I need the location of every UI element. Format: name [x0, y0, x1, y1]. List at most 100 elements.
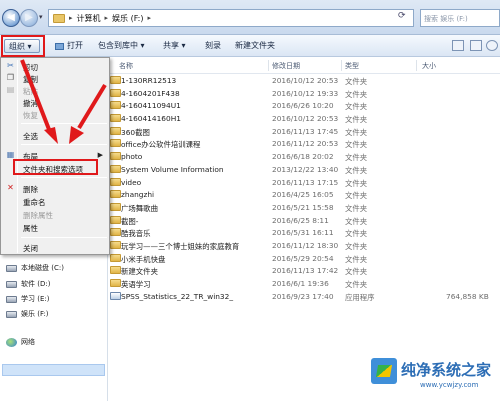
nav-item-drive-e[interactable]: 学习 (E:) — [6, 294, 49, 304]
file-row[interactable]: 广场舞歌曲 2016/5/21 15:58 文件夹 — [108, 201, 500, 214]
preview-pane-icon[interactable] — [470, 40, 482, 51]
menu-item-delete[interactable]: ✕ 删除 — [3, 182, 107, 195]
scissors-icon: ✂ — [7, 61, 14, 70]
menu-item-remove-properties[interactable]: 删除属性 — [3, 208, 107, 220]
column-divider[interactable] — [268, 60, 269, 71]
menu-item-select-all[interactable]: 全选 — [3, 129, 107, 141]
folder-icon — [110, 266, 121, 275]
recent-pages-chevron-icon[interactable]: ▾ — [39, 13, 43, 21]
file-row[interactable]: photo 2016/6/18 20:02 文件夹 — [108, 150, 500, 163]
menu-item-cut[interactable]: ✂ 剪切 — [3, 60, 107, 73]
breadcrumb-computer[interactable]: 计算机 — [77, 13, 101, 24]
column-header-date[interactable]: 修改日期 — [272, 61, 300, 71]
file-name: photo — [121, 152, 143, 162]
column-header-type[interactable]: 类型 — [345, 61, 359, 71]
file-size: 764,858 KB — [446, 291, 489, 301]
file-type: 文件夹 — [345, 203, 368, 213]
refresh-icon[interactable]: ⟳ — [398, 11, 406, 21]
file-date: 2016/11/13 17:45 — [272, 126, 339, 136]
file-row[interactable]: 4-160411094U1 2016/6/26 10:20 文件夹 — [108, 99, 500, 112]
folder-icon — [110, 101, 121, 110]
network-icon — [6, 337, 17, 347]
forward-button[interactable]: ▶ — [20, 9, 38, 27]
file-date: 2016/5/21 15:58 — [272, 202, 334, 212]
menu-separator — [21, 177, 107, 178]
menu-item-label: 全选 — [23, 132, 38, 141]
file-row[interactable]: SPSS_Statistics_22_TR_win32_ 2016/9/23 17… — [108, 290, 500, 303]
folder-icon — [110, 215, 121, 224]
file-date: 2016/10/12 20:53 — [272, 114, 339, 124]
folder-icon — [110, 152, 121, 161]
breadcrumb-separator-icon[interactable]: ▸ — [105, 14, 109, 22]
help-icon[interactable] — [486, 40, 498, 51]
menu-item-rename[interactable]: 重命名 — [3, 195, 107, 207]
file-type: 文件夹 — [345, 191, 368, 201]
file-row[interactable]: office办公软件培训课程 2016/11/12 20:53 文件夹 — [108, 137, 500, 150]
folder-icon — [110, 88, 121, 97]
include-in-library-button[interactable]: 包含到库中 ▾ — [98, 39, 145, 53]
menu-item-paste[interactable]: ▤ 粘贴 — [3, 84, 107, 97]
file-row[interactable]: 截图- 2016/6/25 8:11 文件夹 — [108, 214, 500, 227]
file-name: office办公软件培训课程 — [121, 140, 201, 150]
folder-icon — [110, 76, 121, 84]
menu-item-copy[interactable]: ❐ 复制 — [3, 72, 107, 85]
file-name: System Volume Information — [121, 164, 224, 174]
share-button[interactable]: 共享 ▾ — [163, 39, 186, 53]
menu-item-properties[interactable]: 属性 — [3, 221, 107, 233]
menu-item-folder-options[interactable]: 文件夹和搜索选项 — [3, 162, 107, 174]
file-row[interactable]: 4-1604201F438 2016/10/12 19:33 文件夹 — [108, 87, 500, 100]
column-divider[interactable] — [341, 60, 342, 71]
address-bar[interactable]: ▸ 计算机 ▸ 娱乐 (F:) ▸ — [48, 9, 414, 27]
open-label: 打开 — [67, 41, 83, 50]
file-row[interactable]: zhangzhi 2016/4/25 16:05 文件夹 — [108, 188, 500, 201]
file-row[interactable]: 玩学习——三个博士姐妹的家庭教育 2016/11/12 18:30 文件夹 — [108, 239, 500, 252]
file-date: 2016/9/23 17:40 — [272, 291, 334, 301]
nav-item-drive-f[interactable]: 娱乐 (F:) — [6, 309, 49, 319]
paste-icon: ▤ — [6, 85, 15, 94]
column-divider[interactable] — [416, 60, 417, 71]
file-row[interactable]: 英语学习 2016/6/1 19:36 文件夹 — [108, 277, 500, 290]
file-row[interactable]: 新建文件夹 2016/11/13 17:42 文件夹 — [108, 264, 500, 277]
nav-item-label: 软件 (D:) — [21, 280, 51, 288]
organize-button[interactable]: 组织 ▾ — [4, 39, 40, 53]
nav-item-drive-d[interactable]: 软件 (D:) — [6, 279, 50, 289]
file-date: 2016/10/12 19:33 — [272, 88, 339, 98]
search-input[interactable]: 搜索 娱乐 (F:) — [420, 9, 500, 27]
back-button[interactable]: ◀ — [2, 9, 20, 27]
file-row[interactable]: 小米手机快盘 2016/5/29 20:54 文件夹 — [108, 252, 500, 265]
column-header-size[interactable]: 大小 — [422, 61, 436, 71]
file-date: 2016/5/29 20:54 — [272, 253, 334, 263]
file-row[interactable]: 酷我音乐 2016/5/31 16:11 文件夹 — [108, 226, 500, 239]
file-type: 文件夹 — [345, 254, 368, 264]
file-name: 4-1604201F438 — [121, 88, 180, 98]
file-type: 文件夹 — [345, 153, 368, 163]
nav-item-network[interactable]: 网络 — [6, 337, 35, 347]
view-options-icon[interactable] — [452, 40, 464, 51]
burn-button[interactable]: 刻录 — [205, 39, 221, 53]
breadcrumb-drive[interactable]: 娱乐 (F:) — [112, 13, 143, 24]
file-name: 4-160414160H1 — [121, 114, 181, 124]
file-date: 2016/11/13 17:15 — [272, 177, 339, 187]
file-row[interactable]: 1-130RR12513 2016/10/12 20:53 文件夹 — [108, 74, 500, 87]
open-button[interactable]: 打开 — [55, 39, 83, 53]
menu-item-undo[interactable]: 撤消 — [3, 96, 107, 108]
file-row[interactable]: video 2016/11/13 17:15 文件夹 — [108, 176, 500, 189]
file-row[interactable]: System Volume Information 2013/12/22 13:4… — [108, 163, 500, 176]
file-type: 文件夹 — [345, 127, 368, 137]
file-name: zhangzhi — [121, 190, 155, 200]
file-row[interactable]: 4-160414160H1 2016/10/12 20:53 文件夹 — [108, 112, 500, 125]
file-date: 2016/10/12 20:53 — [272, 76, 339, 85]
nav-item-drive-c[interactable]: 本地磁盘 (C:) — [6, 263, 64, 273]
menu-item-layout[interactable]: ▦ 布局 ▶ — [3, 149, 107, 162]
breadcrumb-separator-icon[interactable]: ▸ — [148, 14, 152, 22]
menu-item-redo[interactable]: 恢复 — [3, 108, 107, 120]
new-folder-button[interactable]: 新建文件夹 — [235, 39, 275, 53]
menu-item-close[interactable]: 关闭 — [3, 241, 107, 253]
file-date: 2016/11/12 18:30 — [272, 240, 339, 250]
menu-item-label: 文件夹和搜索选项 — [23, 165, 83, 174]
folder-icon — [110, 202, 121, 211]
column-header-name[interactable]: 名称 — [119, 61, 133, 71]
breadcrumb-separator-icon[interactable]: ▸ — [69, 14, 73, 22]
file-row[interactable]: 360截图 2016/11/13 17:45 文件夹 — [108, 125, 500, 138]
menu-separator — [21, 237, 107, 238]
